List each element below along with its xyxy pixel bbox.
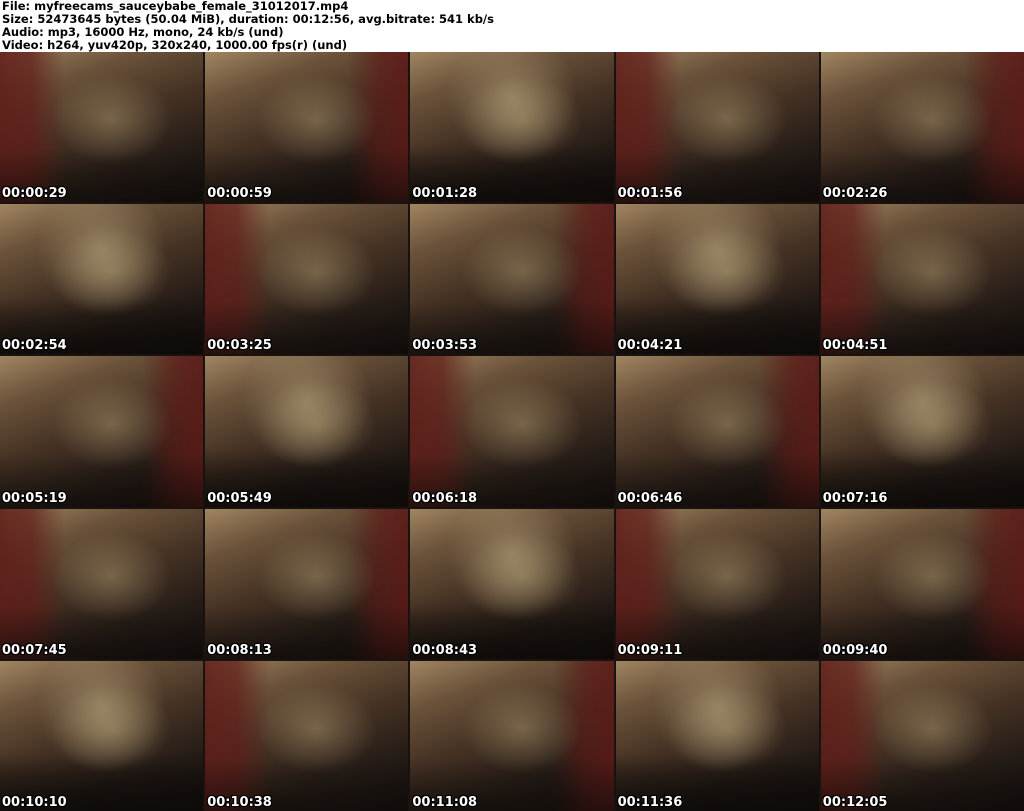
video-thumbnail: 00:11:08 bbox=[410, 660, 614, 811]
thumbnail-grid: 00:00:29 00:00:59 00:01:28 00:01:56 00:02:26… bbox=[0, 52, 1024, 811]
thumbnail-timestamp: 00:08:13 bbox=[207, 642, 272, 658]
thumbnail-timestamp: 00:07:45 bbox=[2, 642, 67, 658]
video-thumbnail: 00:00:59 bbox=[205, 52, 409, 203]
thumbnail-timestamp: 00:10:10 bbox=[2, 794, 67, 810]
video-thumbnail: 00:11:36 bbox=[615, 660, 819, 811]
thumbnail-timestamp: 00:00:29 bbox=[2, 186, 67, 202]
video-thumbnail: 00:05:49 bbox=[205, 356, 409, 507]
video-thumbnail: 00:03:53 bbox=[410, 204, 614, 355]
video-thumbnail: 00:00:29 bbox=[0, 52, 204, 203]
thumbnail-timestamp: 00:12:05 bbox=[822, 794, 888, 810]
video-info-line: Video: h264, yuv420p, 320x240, 1000.00 f… bbox=[2, 38, 348, 52]
media-info-header: File: myfreecams_sauceybabe_female_31012… bbox=[0, 0, 1024, 52]
thumbnail-timestamp: 00:08:43 bbox=[412, 642, 478, 658]
thumbnail-timestamp: 00:05:19 bbox=[2, 490, 67, 506]
video-thumbnail: 00:03:25 bbox=[205, 204, 409, 355]
video-thumbnail: 00:04:51 bbox=[820, 204, 1024, 355]
video-thumbnail: 00:02:54 bbox=[0, 204, 204, 355]
video-thumbnail: 00:09:40 bbox=[820, 508, 1024, 659]
video-contact-sheet: File: myfreecams_sauceybabe_female_31012… bbox=[0, 0, 1024, 811]
thumbnail-timestamp: 00:01:28 bbox=[412, 186, 478, 202]
thumbnail-timestamp: 00:06:18 bbox=[412, 490, 478, 506]
video-thumbnail: 00:01:28 bbox=[410, 52, 614, 203]
video-thumbnail: 00:10:38 bbox=[205, 660, 409, 811]
thumbnail-timestamp: 00:01:56 bbox=[617, 186, 683, 202]
video-thumbnail: 00:06:18 bbox=[410, 356, 614, 507]
video-thumbnail: 00:09:11 bbox=[615, 508, 819, 659]
video-thumbnail: 00:10:10 bbox=[0, 660, 204, 811]
video-thumbnail: 00:07:16 bbox=[820, 356, 1024, 507]
thumbnail-timestamp: 00:09:40 bbox=[822, 642, 888, 658]
video-thumbnail: 00:05:19 bbox=[0, 356, 204, 507]
thumbnail-timestamp: 00:11:08 bbox=[412, 794, 478, 810]
video-thumbnail: 00:12:05 bbox=[820, 660, 1024, 811]
video-thumbnail: 00:06:46 bbox=[615, 356, 819, 507]
thumbnail-timestamp: 00:02:54 bbox=[2, 338, 67, 354]
video-thumbnail: 00:08:13 bbox=[205, 508, 409, 659]
thumbnail-timestamp: 00:04:21 bbox=[617, 338, 683, 354]
thumbnail-timestamp: 00:03:25 bbox=[207, 338, 272, 354]
thumbnail-timestamp: 00:02:26 bbox=[822, 186, 888, 202]
video-thumbnail: 00:04:21 bbox=[615, 204, 819, 355]
thumbnail-timestamp: 00:00:59 bbox=[207, 186, 272, 202]
video-thumbnail: 00:08:43 bbox=[410, 508, 614, 659]
thumbnail-timestamp: 00:09:11 bbox=[617, 642, 683, 658]
thumbnail-timestamp: 00:07:16 bbox=[822, 490, 888, 506]
video-thumbnail: 00:07:45 bbox=[0, 508, 204, 659]
video-thumbnail: 00:01:56 bbox=[615, 52, 819, 203]
thumbnail-timestamp: 00:04:51 bbox=[822, 338, 888, 354]
thumbnail-timestamp: 00:06:46 bbox=[617, 490, 683, 506]
thumbnail-timestamp: 00:05:49 bbox=[207, 490, 272, 506]
thumbnail-timestamp: 00:11:36 bbox=[617, 794, 683, 810]
video-thumbnail: 00:02:26 bbox=[820, 52, 1024, 203]
thumbnail-timestamp: 00:03:53 bbox=[412, 338, 478, 354]
thumbnail-timestamp: 00:10:38 bbox=[207, 794, 272, 810]
